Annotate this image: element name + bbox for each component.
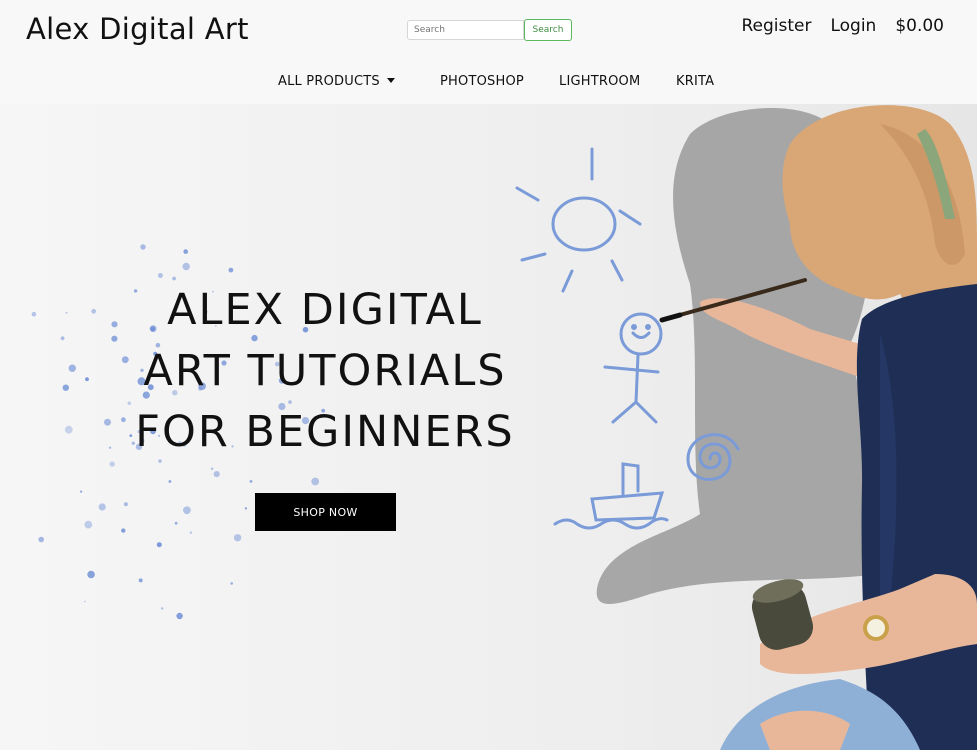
splatter-dot xyxy=(84,600,86,603)
splatter-dot xyxy=(68,364,77,372)
splatter-dot xyxy=(62,384,69,391)
chevron-down-icon xyxy=(386,78,395,83)
splatter-dot xyxy=(244,507,247,510)
brand-logo[interactable]: Alex Digital Art xyxy=(26,12,249,46)
nav-photoshop[interactable]: PHOTOSHOP xyxy=(440,74,559,89)
splatter-dot xyxy=(64,425,73,434)
splatter-dot xyxy=(138,578,143,583)
cart-total[interactable]: $0.00 xyxy=(895,16,944,36)
nav-all-products[interactable]: ALL PRODUCTS xyxy=(278,74,440,89)
splatter-dot xyxy=(161,607,164,610)
splatter-dot xyxy=(183,506,191,515)
nav-lightroom[interactable]: LIGHTROOM xyxy=(559,74,676,89)
hero-banner: ALEX DIGITAL ART TUTORIALS FOR BEGINNERS… xyxy=(0,104,977,750)
hero-title-line: FOR BEGINNERS xyxy=(135,407,515,457)
splatter-dot xyxy=(140,244,146,250)
splatter-dot xyxy=(189,531,193,534)
splatter-dot xyxy=(213,471,220,478)
splatter-dot xyxy=(230,582,233,585)
register-link[interactable]: Register xyxy=(741,16,811,36)
shop-now-button[interactable]: SHOP NOW xyxy=(255,493,396,531)
search-input[interactable] xyxy=(407,20,524,40)
account-links: Register Login $0.00 xyxy=(741,16,944,36)
nav-all-products-label: ALL PRODUCTS xyxy=(278,74,380,89)
splatter-dot xyxy=(157,273,163,278)
splatter-dot xyxy=(210,467,214,470)
splatter-dot xyxy=(123,502,128,507)
splatter-dot xyxy=(182,262,190,271)
splatter-dot xyxy=(38,536,44,543)
splatter-dot xyxy=(65,311,68,314)
hero-title: ALEX DIGITAL ART TUTORIALS FOR BEGINNERS xyxy=(110,280,540,463)
splatter-dot xyxy=(85,377,89,382)
search-form: Search xyxy=(407,19,572,41)
hero-title-line: ART TUTORIALS xyxy=(143,346,507,396)
splatter-dot xyxy=(174,521,178,525)
splatter-dot xyxy=(87,570,95,579)
splatter-dot xyxy=(84,520,93,529)
splatter-dot xyxy=(311,477,320,486)
splatter-dot xyxy=(80,490,83,493)
splatter-dot xyxy=(249,480,253,483)
splatter-dot xyxy=(98,503,106,511)
splatter-dot xyxy=(176,612,183,620)
splatter-dot xyxy=(168,480,172,483)
main-nav: ALL PRODUCTS PHOTOSHOP LIGHTROOM KRITA xyxy=(278,74,714,89)
hero-title-line: ALEX DIGITAL xyxy=(167,285,483,335)
login-link[interactable]: Login xyxy=(830,16,876,36)
splatter-dot xyxy=(31,311,37,317)
site-header: Alex Digital Art Search Register Login $… xyxy=(0,0,977,104)
nav-krita[interactable]: KRITA xyxy=(676,74,714,89)
splatter-dot xyxy=(121,528,126,533)
search-button[interactable]: Search xyxy=(524,19,572,41)
splatter-dot xyxy=(91,308,97,314)
splatter-dot xyxy=(233,534,242,542)
splatter-dot xyxy=(228,267,234,273)
splatter-dot xyxy=(156,542,162,548)
splatter-dot xyxy=(60,336,65,341)
splatter-dot xyxy=(183,249,188,254)
